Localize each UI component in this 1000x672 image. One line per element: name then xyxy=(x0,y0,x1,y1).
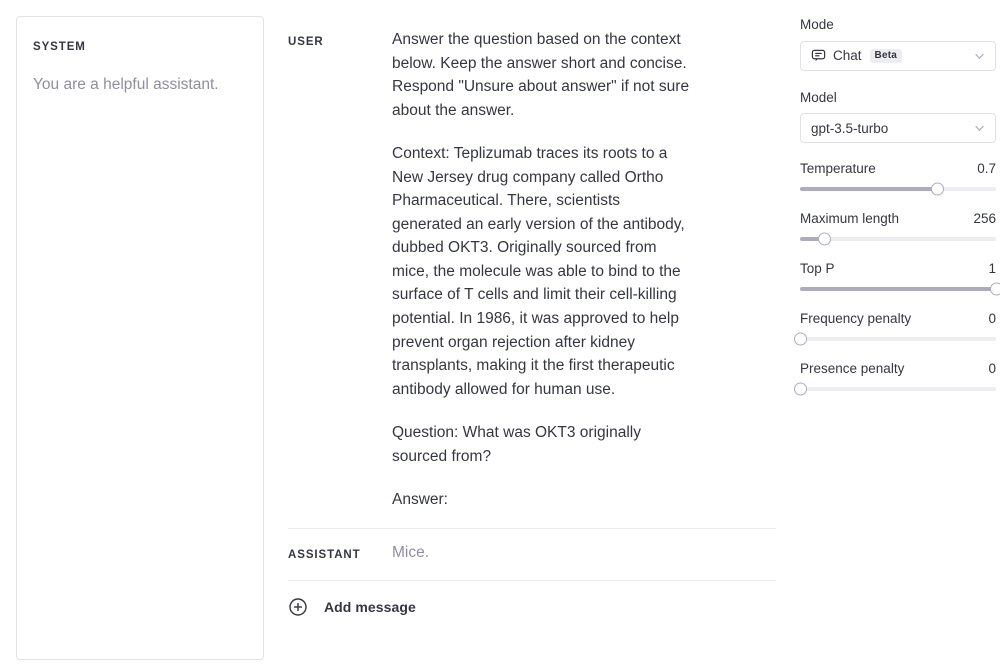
slider-header: Temperature 0.7 xyxy=(800,161,996,176)
slider-track[interactable] xyxy=(800,282,1000,296)
user-role-label: USER xyxy=(288,36,324,48)
user-role-label-wrap: USER xyxy=(280,28,392,50)
plus-circle-icon xyxy=(288,597,308,617)
slider-value: 0 xyxy=(988,361,996,377)
slider-track[interactable] xyxy=(793,382,996,396)
slider-value: 256 xyxy=(973,211,996,227)
assistant-role-label-wrap: ASSISTANT xyxy=(280,541,392,563)
slider-value: 0.7 xyxy=(977,161,996,177)
chevron-down-icon xyxy=(973,49,986,62)
message-row-user[interactable]: USER Answer the question based on the co… xyxy=(280,16,788,528)
parameters-panel: Mode Chat Beta Model gpt-3.5-turbo Tempe… xyxy=(788,0,1000,411)
slider-header: Top P 1 xyxy=(800,261,996,276)
slider-track[interactable] xyxy=(793,332,996,346)
slider-thumb[interactable] xyxy=(989,282,1000,296)
mode-label: Mode xyxy=(800,17,834,32)
model-value: gpt-3.5-turbo xyxy=(811,120,889,136)
model-select[interactable]: gpt-3.5-turbo xyxy=(800,113,996,144)
assistant-paragraph: Mice. xyxy=(392,543,430,561)
user-paragraph: Question: What was OKT3 originally sourc… xyxy=(392,424,646,465)
chat-bubble-icon xyxy=(811,48,826,63)
mode-value: Chat xyxy=(833,48,862,64)
system-message-input[interactable]: You are a helpful assistant. xyxy=(33,73,247,97)
slider-value: 1 xyxy=(988,261,996,277)
slider-thumb[interactable] xyxy=(793,332,807,346)
message-row-assistant[interactable]: ASSISTANT Mice. xyxy=(280,529,788,581)
slider-thumb[interactable] xyxy=(930,182,944,196)
mode-select[interactable]: Chat Beta xyxy=(800,40,996,71)
slider-maximum-length[interactable]: Maximum length 256 xyxy=(800,211,996,246)
slider-header: Presence penalty 0 xyxy=(800,361,996,376)
add-message-label: Add message xyxy=(324,599,416,616)
slider-track[interactable] xyxy=(800,182,996,196)
slider-label: Top P xyxy=(800,261,835,277)
slider-presence-penalty[interactable]: Presence penalty 0 xyxy=(793,361,996,396)
slider-fill xyxy=(800,287,996,292)
slider-label: Presence penalty xyxy=(800,361,905,377)
add-message-button[interactable]: Add message xyxy=(280,581,788,617)
conversation-column: USER Answer the question based on the co… xyxy=(280,0,788,617)
playground-app: SYSTEM You are a helpful assistant. USER… xyxy=(0,0,1000,672)
system-column: SYSTEM You are a helpful assistant. xyxy=(0,0,280,660)
slider-header: Frequency penalty 0 xyxy=(800,311,996,326)
system-role-label: SYSTEM xyxy=(33,41,86,53)
slider-thumb[interactable] xyxy=(818,232,831,246)
slider-track[interactable] xyxy=(800,232,996,246)
slider-top-p[interactable]: Top P 1 xyxy=(800,261,1000,296)
user-paragraph: Answer the question based on the context… xyxy=(392,31,694,119)
slider-label: Maximum length xyxy=(800,211,900,227)
assistant-message-body[interactable]: Mice. xyxy=(392,541,694,565)
model-label: Model xyxy=(800,89,837,105)
chevron-down-icon xyxy=(973,122,986,135)
user-paragraph: Answer: xyxy=(392,491,448,509)
slider-value: 0 xyxy=(988,311,996,327)
slider-thumb[interactable] xyxy=(793,382,807,396)
slider-frequency-penalty[interactable]: Frequency penalty 0 xyxy=(793,311,996,346)
slider-temperature[interactable]: Temperature 0.7 xyxy=(800,161,996,196)
assistant-role-label: ASSISTANT xyxy=(288,548,361,561)
system-message-card[interactable]: SYSTEM You are a helpful assistant. xyxy=(16,16,264,660)
slider-fill xyxy=(800,187,938,192)
user-paragraph: Context: Teplizumab traces its roots to … xyxy=(392,145,689,398)
beta-badge: Beta xyxy=(869,48,903,63)
slider-label: Temperature xyxy=(800,161,876,177)
slider-header: Maximum length 256 xyxy=(800,211,996,226)
user-message-body[interactable]: Answer the question based on the context… xyxy=(392,28,694,512)
slider-label: Frequency penalty xyxy=(800,311,912,327)
